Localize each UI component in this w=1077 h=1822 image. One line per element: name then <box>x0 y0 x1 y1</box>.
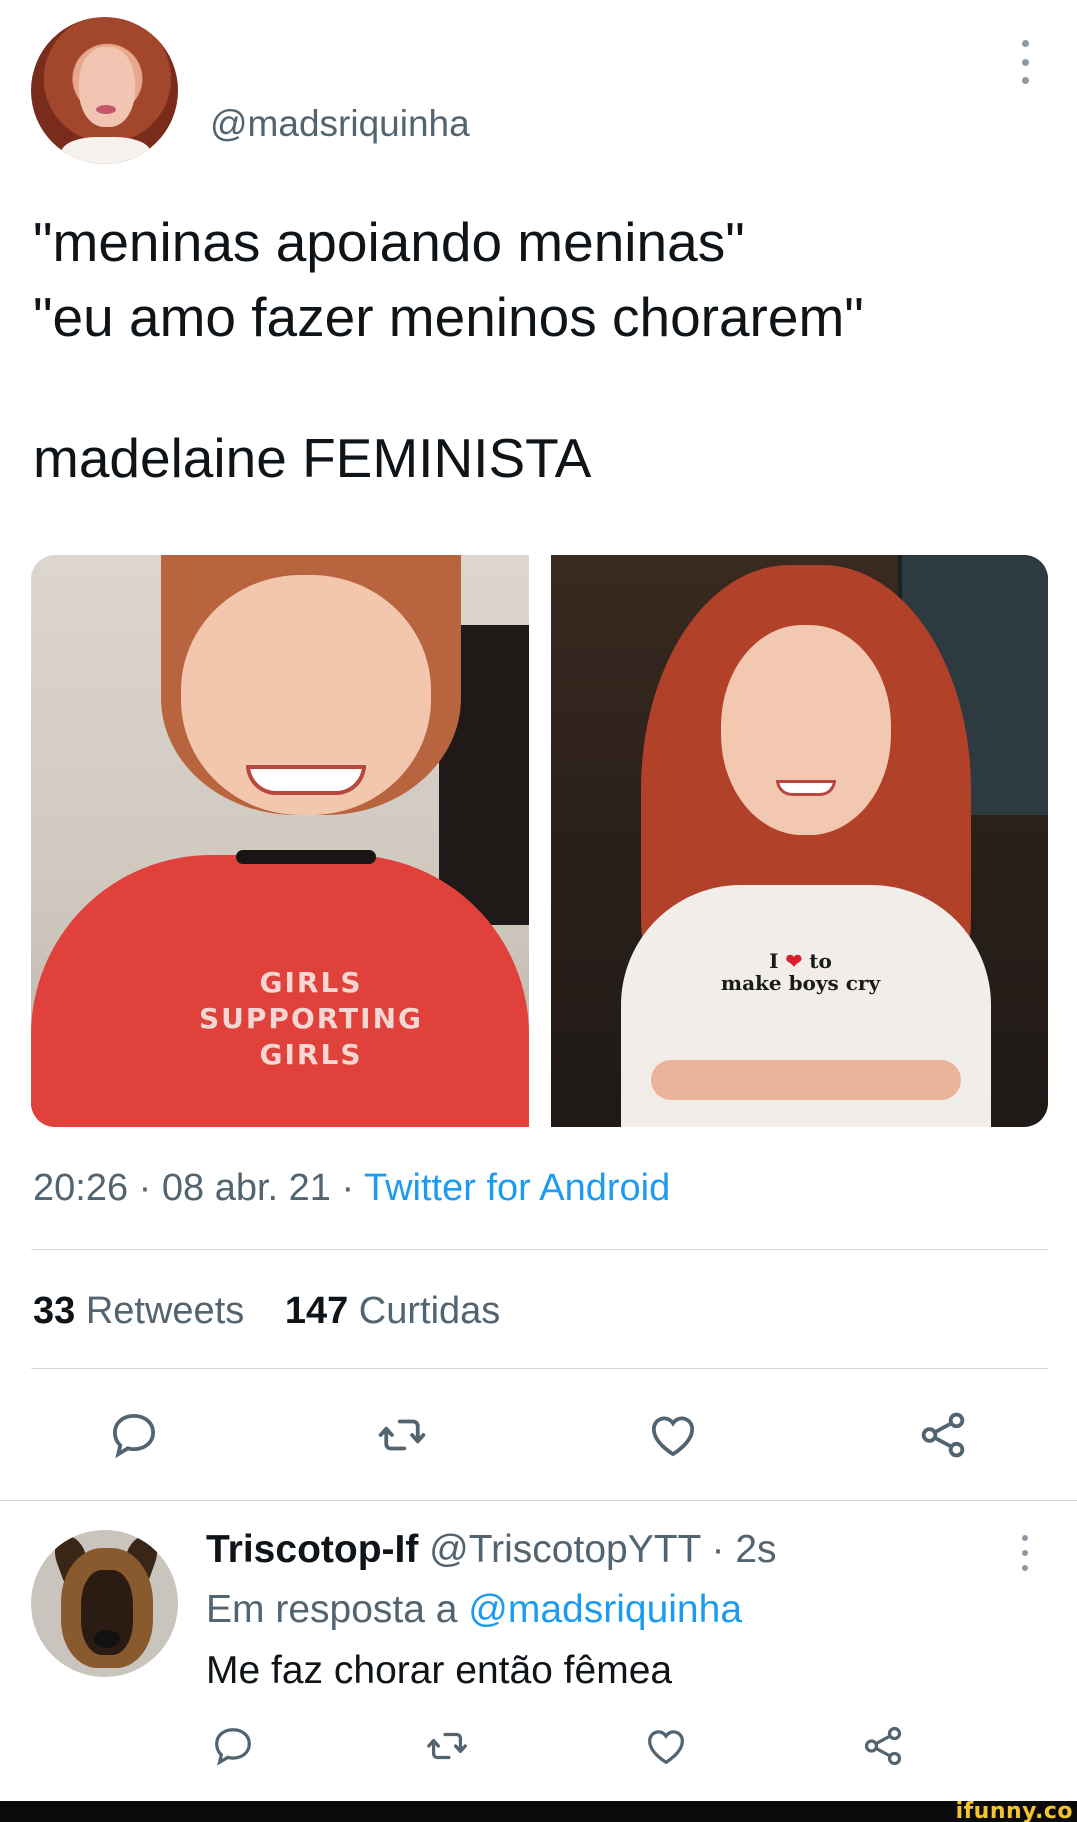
divider <box>31 1368 1048 1369</box>
tweet-source-link[interactable]: Twitter for Android <box>364 1167 670 1209</box>
shirt-print-left: GIRLS SUPPORTING GIRLS <box>199 966 423 1071</box>
reply-display-name[interactable]: Triscotop-If <box>206 1528 418 1571</box>
tweet-action-bar <box>0 1408 1077 1468</box>
reply-avatar[interactable] <box>31 1530 178 1677</box>
media-photo-left[interactable]: GIRLS SUPPORTING GIRLS <box>31 555 529 1127</box>
avatar-collar <box>61 137 151 164</box>
reply-author[interactable]: Triscotop-If @TriscotopYTT · 2s <box>206 1528 777 1572</box>
retweet-icon[interactable] <box>375 1408 429 1462</box>
author-avatar[interactable] <box>31 17 178 164</box>
tweet-line-1: "meninas apoiando meninas" <box>33 211 745 273</box>
reply-context: Em resposta a @madsriquinha <box>206 1588 743 1631</box>
more-vertical-icon[interactable] <box>1015 1535 1035 1571</box>
tweet-media: GIRLS SUPPORTING GIRLS I ❤ to make boys … <box>31 555 1048 1127</box>
divider <box>31 1249 1048 1250</box>
heart-icon[interactable] <box>643 1723 689 1769</box>
avatar-mouth <box>96 105 116 114</box>
author-handle[interactable]: @madsriquinha <box>210 103 470 145</box>
reply-icon[interactable] <box>210 1723 256 1769</box>
retweets-stat[interactable]: 33 Retweets <box>33 1290 244 1332</box>
shirt-print-right: I ❤ to make boys cry <box>720 949 881 995</box>
watermark-logo: ifunny.co <box>955 1799 1073 1822</box>
reply-action-bar <box>0 1723 1077 1783</box>
tweet-line-2: "eu amo fazer meninos chorarem" <box>33 286 864 348</box>
watermark-bar <box>0 1801 1077 1822</box>
reply-text: Me faz chorar então fêmea <box>206 1649 673 1692</box>
heart-icon[interactable] <box>646 1408 700 1462</box>
tweet-stats: 33 Retweets 147 Curtidas <box>33 1290 530 1333</box>
tweet-text: "meninas apoiando meninas" "eu amo fazer… <box>33 205 1043 496</box>
avatar-face <box>79 47 135 127</box>
retweet-icon[interactable] <box>424 1723 470 1769</box>
heart-icon: ❤ <box>785 949 803 973</box>
media-photo-right[interactable]: I ❤ to make boys cry <box>550 555 1048 1127</box>
more-vertical-icon[interactable] <box>1015 40 1035 84</box>
reply-icon[interactable] <box>107 1408 161 1462</box>
share-icon[interactable] <box>916 1408 970 1462</box>
share-icon[interactable] <box>860 1723 906 1769</box>
tweet-timestamp: 20:26 · 08 abr. 21 · Twitter for Android <box>33 1167 671 1209</box>
tweet-line-3: madelaine FEMINISTA <box>33 427 592 489</box>
likes-stat[interactable]: 147 Curtidas <box>285 1290 500 1332</box>
divider <box>0 1500 1077 1501</box>
reply-handle-time: @TriscotopYTT · 2s <box>418 1528 777 1571</box>
reply-mention-link[interactable]: @madsriquinha <box>468 1588 742 1631</box>
